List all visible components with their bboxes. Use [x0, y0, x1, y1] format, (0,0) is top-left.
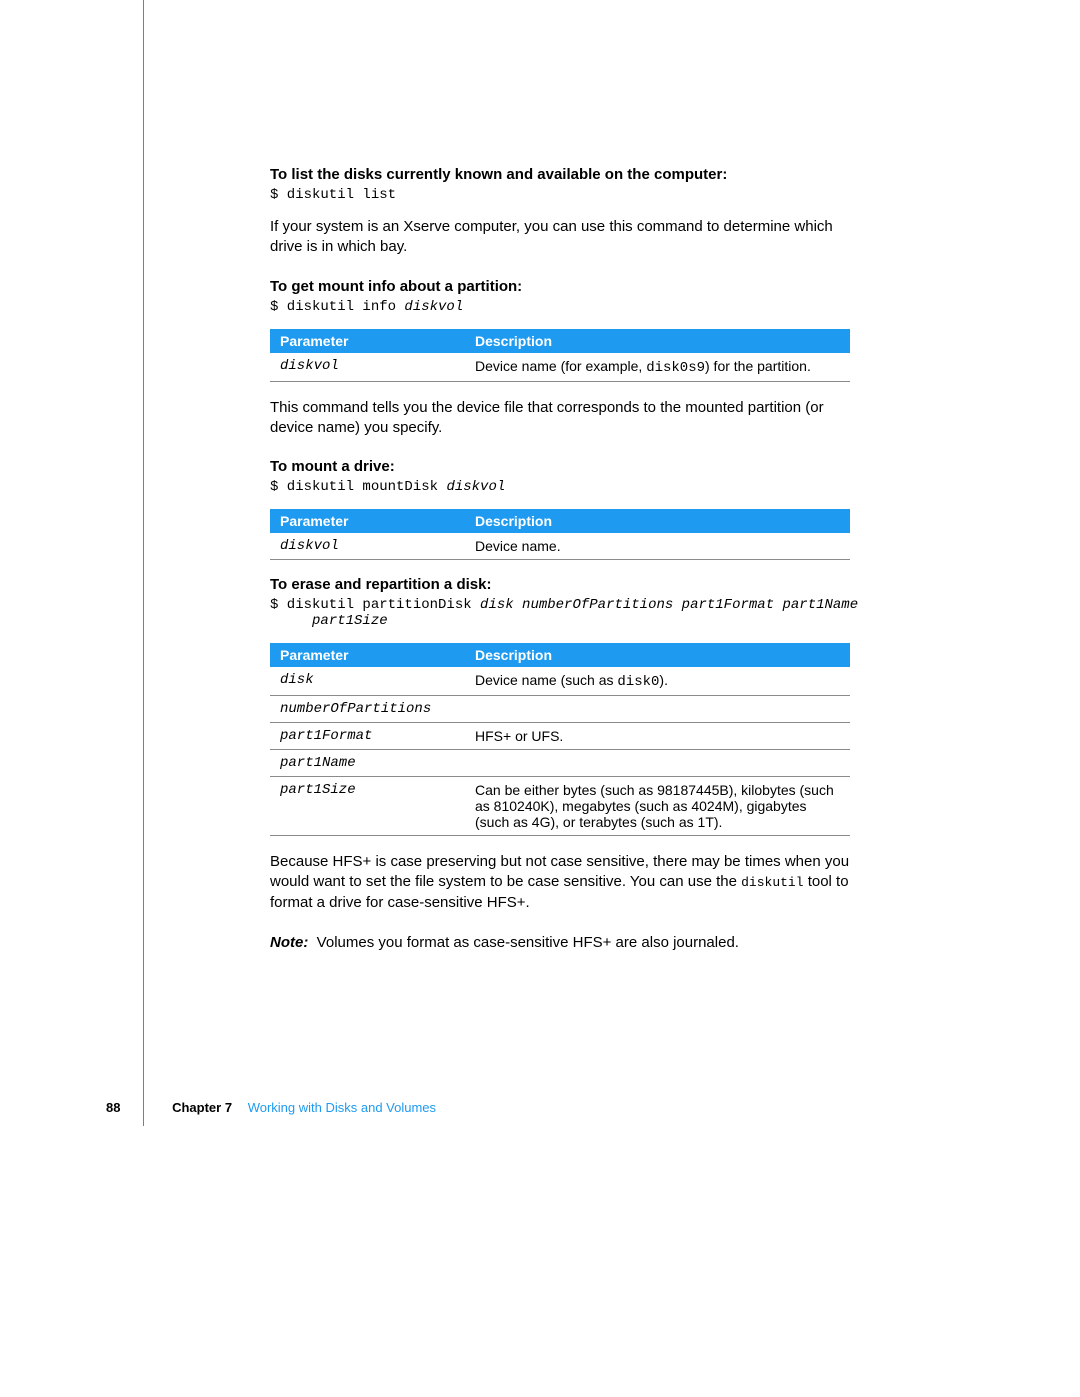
body-list-disks: If your system is an Xserve computer, yo…	[270, 217, 850, 258]
table-row: diskvol Device name (for example, disk0s…	[270, 353, 850, 382]
margin-rule	[143, 0, 144, 1126]
heading-mount-info: To get mount info about a partition:	[270, 278, 850, 295]
chapter-label: Chapter 7	[172, 1100, 232, 1115]
table-row: part1Name	[270, 750, 850, 777]
th-description: Description	[465, 509, 850, 533]
table-row: numberOfPartitions	[270, 696, 850, 723]
th-parameter: Parameter	[270, 329, 465, 353]
page-footer: 88 Chapter 7 Working with Disks and Volu…	[106, 1100, 436, 1115]
body-mount-info: This command tells you the device file t…	[270, 398, 850, 439]
heading-mount-drive: To mount a drive:	[270, 458, 850, 475]
chapter-title: Working with Disks and Volumes	[248, 1100, 436, 1115]
th-description: Description	[465, 329, 850, 353]
table-mount-drive: Parameter Description diskvol Device nam…	[270, 509, 850, 560]
page-content: To list the disks currently known and av…	[270, 166, 850, 968]
page-number: 88	[106, 1100, 120, 1115]
note-erase: Note: Volumes you format as case-sensiti…	[270, 933, 850, 953]
th-description: Description	[465, 643, 850, 667]
heading-list-disks: To list the disks currently known and av…	[270, 166, 850, 183]
table-mount-info: Parameter Description diskvol Device nam…	[270, 329, 850, 382]
table-row: diskvol Device name.	[270, 533, 850, 560]
cmd-erase: $ diskutil partitionDisk disk numberOfPa…	[270, 597, 850, 629]
table-erase: Parameter Description disk Device name (…	[270, 643, 850, 836]
heading-erase: To erase and repartition a disk:	[270, 576, 850, 593]
table-row: part1Format HFS+ or UFS.	[270, 723, 850, 750]
table-row: disk Device name (such as disk0).	[270, 667, 850, 696]
cmd-mount-drive: $ diskutil mountDisk diskvol	[270, 479, 850, 495]
th-parameter: Parameter	[270, 643, 465, 667]
th-parameter: Parameter	[270, 509, 465, 533]
table-row: part1Size Can be either bytes (such as 9…	[270, 777, 850, 836]
cmd-list-disks: $ diskutil list	[270, 187, 850, 203]
cmd-mount-info: $ diskutil info diskvol	[270, 299, 850, 315]
body-erase: Because HFS+ is case preserving but not …	[270, 852, 850, 913]
